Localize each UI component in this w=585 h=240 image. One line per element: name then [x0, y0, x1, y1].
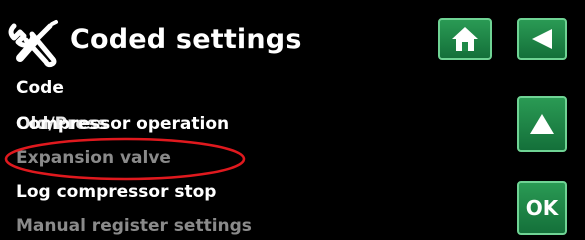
menu-item-expansion-valve[interactable]: Expansion valve	[16, 148, 171, 168]
back-arrow-icon	[532, 29, 552, 49]
menu-item-old-press[interactable]: Old/Press	[16, 114, 107, 134]
home-icon	[452, 27, 478, 51]
home-button[interactable]	[438, 18, 492, 60]
ok-label: OK	[525, 196, 559, 220]
ok-button[interactable]: OK	[517, 181, 567, 235]
page-title: Coded settings	[70, 24, 302, 55]
up-arrow-icon	[530, 114, 554, 134]
scroll-up-button[interactable]	[517, 96, 567, 152]
menu-item-code[interactable]: Code	[16, 78, 64, 98]
menu-item-manual-register-settings[interactable]: Manual register settings	[16, 216, 252, 236]
menu-item-log-compressor-stop[interactable]: Log compressor stop	[16, 182, 216, 202]
back-button[interactable]	[517, 18, 567, 60]
tools-icon	[8, 20, 58, 68]
